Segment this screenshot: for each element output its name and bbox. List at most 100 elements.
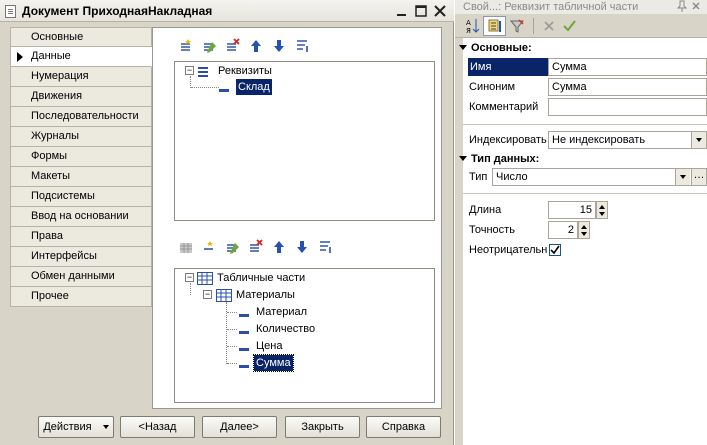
nav-item-rights[interactable]: Права: [10, 227, 152, 247]
tree-line: [191, 87, 219, 88]
back-button[interactable]: <Назад: [120, 416, 195, 438]
attribute-icon: [219, 85, 229, 97]
collapse-icon[interactable]: −: [185, 273, 194, 282]
edit-icon[interactable]: [198, 36, 221, 56]
requisites-tree[interactable]: − Реквизиты Склад: [174, 61, 435, 221]
collapse-icon[interactable]: −: [185, 66, 194, 75]
close-icon[interactable]: [431, 2, 449, 20]
tree-node-column[interactable]: Цена: [256, 338, 282, 354]
chevron-down-icon[interactable]: [691, 132, 706, 148]
comment-label: Комментарий: [469, 101, 539, 113]
nav-item-subsystems[interactable]: Подсистемы: [10, 187, 152, 207]
add-icon[interactable]: [198, 237, 221, 257]
expand-triangle-icon: [459, 45, 467, 51]
apply-icon[interactable]: [557, 16, 580, 36]
nav-item-templates[interactable]: Макеты: [10, 167, 152, 187]
table-add-icon[interactable]: [175, 237, 198, 257]
edit-icon[interactable]: [221, 237, 244, 257]
active-arrow-icon: [17, 52, 23, 62]
minimize-icon[interactable]: [393, 2, 411, 20]
nav-item-label: Обмен данными: [31, 270, 115, 282]
move-down-icon[interactable]: [267, 36, 290, 56]
table-icon: [216, 289, 232, 305]
add-icon[interactable]: [175, 36, 198, 56]
section-main[interactable]: Основные:: [459, 41, 532, 55]
nav-item-label: Формы: [31, 150, 68, 162]
section-data-type[interactable]: Тип данных:: [459, 152, 540, 166]
actions-button[interactable]: Действия: [38, 416, 114, 438]
tree-node-materials[interactable]: Материалы: [236, 287, 295, 303]
actions-button-label: Действия: [43, 421, 92, 433]
nav-item-label: Последовательности: [31, 110, 139, 122]
nav-item-numbering[interactable]: Нумерация: [10, 67, 152, 87]
nav-item-data[interactable]: Данные: [10, 47, 152, 67]
nav-item-other[interactable]: Прочее: [10, 287, 152, 307]
nav-item-label: Прочее: [31, 290, 69, 302]
tree-node-column-selected[interactable]: Сумма: [253, 354, 294, 372]
tabular-parts-tree[interactable]: − Табличные части − Материалы Материал К…: [174, 268, 435, 403]
document-icon: [5, 5, 16, 18]
synonym-field[interactable]: Сумма: [548, 78, 707, 96]
tree-line: [227, 346, 237, 347]
nav-item-label: Права: [31, 230, 63, 242]
svg-text:Я: Я: [466, 27, 471, 35]
delete-icon[interactable]: [221, 36, 244, 56]
panel-titlebar: Свой...: Реквизит табличной части: [455, 0, 707, 14]
nav-item-main[interactable]: Основные: [10, 27, 152, 47]
nav-item-forms[interactable]: Формы: [10, 147, 152, 167]
expand-triangle-icon: [459, 156, 467, 162]
tabular-toolbar: [175, 237, 336, 257]
tree-node-tabular-parts[interactable]: Табличные части: [217, 270, 305, 286]
precision-spinner[interactable]: [578, 221, 590, 239]
nav-item-input-based[interactable]: Ввод на основании: [10, 207, 152, 227]
categorized-icon[interactable]: [483, 16, 506, 36]
tree-node-requisites[interactable]: Реквизиты: [218, 63, 272, 79]
nav-item-movements[interactable]: Движения: [10, 87, 152, 107]
precision-label: Точность: [469, 224, 515, 236]
move-down-icon[interactable]: [290, 237, 313, 257]
separator: [463, 193, 707, 194]
filter-icon[interactable]: [505, 16, 528, 36]
nav-item-journals[interactable]: Журналы: [10, 127, 152, 147]
delete-icon[interactable]: [244, 237, 267, 257]
requisites-toolbar: [175, 36, 313, 56]
nav-item-label: Журналы: [31, 130, 80, 142]
sort-icon[interactable]: [313, 237, 336, 257]
tree-node-column[interactable]: Материал: [256, 304, 307, 320]
next-button[interactable]: Далее>: [202, 416, 277, 438]
nav-item-label: Ввод на основании: [31, 210, 129, 222]
type-select[interactable]: Число …: [492, 168, 707, 186]
precision-field[interactable]: 2: [548, 221, 578, 239]
move-up-icon[interactable]: [244, 36, 267, 56]
collapse-icon[interactable]: −: [203, 290, 212, 299]
document-window: Документ ПриходнаяНакладная Основные Дан…: [0, 0, 454, 445]
sort-alpha-icon[interactable]: AЯ: [461, 16, 484, 36]
ellipsis-icon[interactable]: …: [691, 169, 706, 185]
length-field[interactable]: 15: [548, 201, 596, 219]
name-field[interactable]: Сумма: [548, 58, 707, 76]
nav-item-sequences[interactable]: Последовательности: [10, 107, 152, 127]
help-button[interactable]: Справка: [366, 416, 441, 438]
nonnegative-checkbox[interactable]: [549, 244, 561, 256]
section-main-label: Основные:: [471, 42, 532, 54]
close-button[interactable]: Закрыть: [285, 416, 360, 438]
sidebar-nav: Основные Данные Нумерация Движения После…: [10, 27, 152, 307]
tree-node-column[interactable]: Количество: [256, 321, 315, 337]
section-type-label: Тип данных:: [471, 153, 540, 165]
tabular-parts-icon: [197, 272, 213, 288]
tree-node-warehouse[interactable]: Склад: [236, 79, 272, 95]
synonym-label: Синоним: [469, 81, 516, 93]
length-spinner[interactable]: [596, 201, 608, 219]
maximize-icon[interactable]: [412, 2, 430, 20]
type-label: Тип: [469, 171, 488, 183]
svg-text:A: A: [466, 19, 471, 27]
nav-item-interfaces[interactable]: Интерфейсы: [10, 247, 152, 267]
attribute-icon: [239, 361, 249, 373]
requisites-icon: [197, 66, 209, 81]
move-up-icon[interactable]: [267, 237, 290, 257]
chevron-down-icon[interactable]: [675, 169, 690, 185]
sort-icon[interactable]: [290, 36, 313, 56]
indexing-select[interactable]: Не индексировать: [548, 131, 707, 149]
nav-item-data-exchange[interactable]: Обмен данными: [10, 267, 152, 287]
comment-field[interactable]: [548, 98, 707, 116]
